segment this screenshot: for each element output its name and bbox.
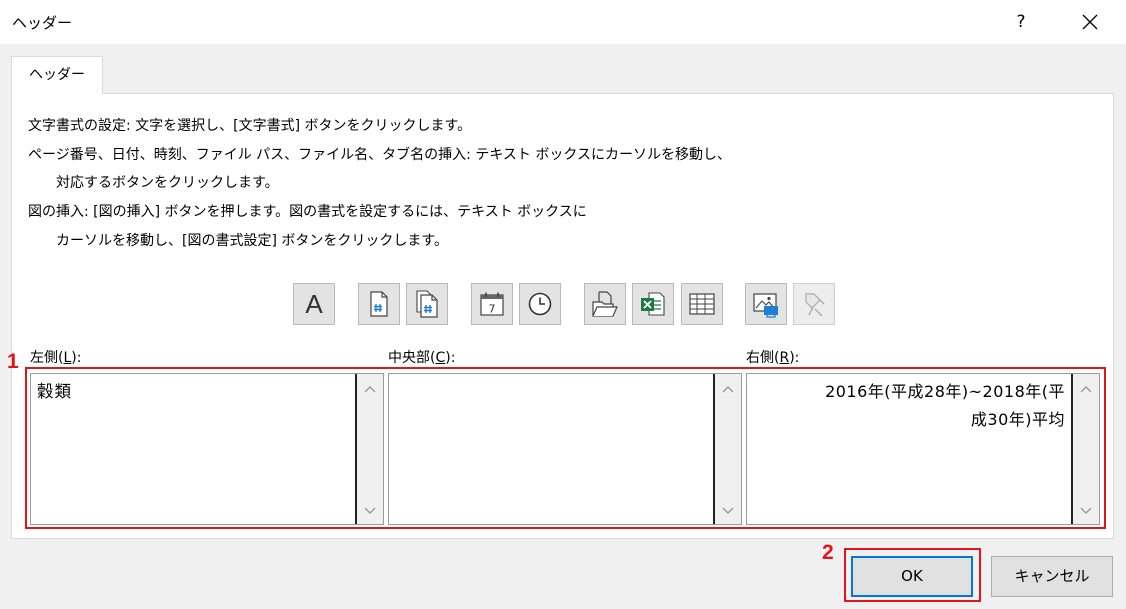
left-section-value[interactable]: 穀類: [37, 378, 349, 406]
instruction-text: 文字書式の設定: 文字を選択し、[文字書式] ボタンをクリックします。: [28, 118, 472, 134]
file-name-icon: [641, 292, 665, 316]
left-section-textbox[interactable]: 穀類: [30, 373, 384, 525]
insert-picture-button[interactable]: [745, 283, 787, 325]
date-icon-number: 7: [489, 303, 496, 316]
header-panel: 文字書式の設定: 文字を選択し、[文字書式] ボタンをクリックします。 ページ番…: [11, 93, 1114, 539]
scrollbar[interactable]: [1071, 374, 1099, 524]
title-bar: ヘッダー ?: [0, 0, 1126, 44]
sheet-name-button[interactable]: [681, 283, 723, 325]
format-picture-icon: [805, 293, 825, 317]
date-button[interactable]: 7: [471, 283, 513, 325]
cancel-button[interactable]: キャンセル: [991, 556, 1113, 597]
format-text-button[interactable]: A: [293, 283, 335, 325]
right-section-label: 右側(R):: [746, 350, 800, 366]
scroll-down-icon[interactable]: [1073, 500, 1099, 522]
file-path-icon: [592, 291, 618, 317]
scroll-up-icon[interactable]: [1073, 378, 1099, 400]
center-section-textbox[interactable]: [388, 373, 742, 525]
sheet-name-icon: [689, 293, 715, 315]
time-icon: [528, 292, 552, 316]
left-section-label: 左側(L):: [30, 350, 82, 366]
instruction-text: ページ番号、日付、時刻、ファイル パス、ファイル名、タブ名の挿入: テキスト ボ…: [28, 147, 731, 163]
tab-header[interactable]: ヘッダー: [11, 56, 103, 94]
instruction-text: 対応するボタンをクリックします。: [56, 175, 279, 191]
access-key: R: [779, 350, 790, 366]
scroll-up-icon[interactable]: [357, 378, 383, 400]
right-section-line: 成30年)平均: [970, 410, 1065, 429]
scrollbar[interactable]: [355, 374, 383, 524]
ok-button[interactable]: OK: [851, 556, 973, 597]
scroll-down-icon[interactable]: [357, 500, 383, 522]
right-section-textbox[interactable]: 2016年(平成28年)~2018年(平 成30年)平均: [746, 373, 1100, 525]
scroll-up-icon[interactable]: [715, 378, 741, 400]
date-icon: 7: [480, 292, 504, 316]
right-section-line: 2016年(平成28年)~2018年(平: [825, 382, 1065, 401]
page-number-icon: [370, 291, 388, 317]
page-number-button[interactable]: [358, 283, 400, 325]
instruction-text: カーソルを移動し、[図の書式設定] ボタンをクリックします。: [56, 233, 448, 249]
window-title: ヘッダー: [12, 14, 73, 32]
help-button[interactable]: ?: [1004, 4, 1038, 40]
right-section-value[interactable]: 2016年(平成28年)~2018年(平 成30年)平均: [753, 378, 1065, 434]
annotation-step-1: 1: [7, 350, 19, 373]
format-text-icon: A: [305, 288, 323, 319]
center-section-label: 中央部(C):: [388, 350, 456, 366]
format-picture-button[interactable]: [793, 283, 835, 325]
scroll-down-icon[interactable]: [715, 500, 741, 522]
number-of-pages-button[interactable]: [406, 283, 448, 325]
number-of-pages-icon: [416, 290, 438, 318]
annotation-step-2: 2: [822, 541, 834, 564]
close-icon: [1082, 14, 1098, 30]
close-button[interactable]: [1070, 4, 1110, 40]
access-key: C: [435, 350, 446, 366]
time-button[interactable]: [519, 283, 561, 325]
insert-picture-icon: [753, 293, 778, 318]
file-path-button[interactable]: [584, 283, 626, 325]
scrollbar[interactable]: [713, 374, 741, 524]
file-name-button[interactable]: [632, 283, 674, 325]
instruction-text: 図の挿入: [図の挿入] ボタンを押します。図の書式を設定するには、テキスト ボ…: [28, 204, 587, 220]
